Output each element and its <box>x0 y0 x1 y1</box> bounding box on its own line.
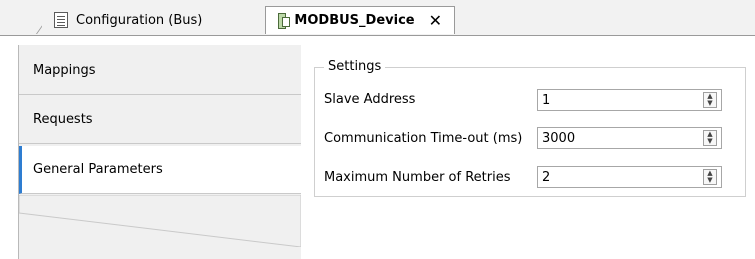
tab-label: MODBUS_Device <box>294 13 415 28</box>
tab-modbus-device[interactable]: MODBUS_Device ✕ <box>265 6 455 34</box>
tab-label: Configuration (Bus) <box>76 12 203 28</box>
spin-down-icon[interactable]: ▼ <box>704 177 716 184</box>
settings-group-title: Settings <box>324 59 386 74</box>
nav-decoration <box>19 195 301 247</box>
nav-item-mappings[interactable]: Mappings <box>19 47 301 95</box>
timeout-field[interactable]: 3000 ▲ ▼ <box>537 127 722 149</box>
parameters-nav: Mappings Requests General Parameters <box>18 45 301 259</box>
timeout-value: 3000 <box>542 130 576 146</box>
retries-label: Maximum Number of Retries <box>324 170 511 185</box>
document-icon <box>54 12 68 28</box>
nav-item-label: Requests <box>33 112 93 127</box>
tab-configuration-bus[interactable]: Configuration (Bus) <box>42 6 264 34</box>
timeout-spinner[interactable]: ▲ ▼ <box>703 130 717 146</box>
retries-value: 2 <box>542 169 551 185</box>
nav-item-requests[interactable]: Requests <box>19 96 301 144</box>
slave-address-value: 1 <box>542 92 551 108</box>
nav-item-label: Mappings <box>33 63 96 78</box>
spin-down-icon[interactable]: ▼ <box>704 100 716 107</box>
nav-item-label: General Parameters <box>33 162 163 177</box>
retries-field[interactable]: 2 ▲ ▼ <box>537 166 722 188</box>
retries-spinner[interactable]: ▲ ▼ <box>703 169 717 185</box>
nav-item-general-parameters[interactable]: General Parameters <box>19 146 301 194</box>
device-icon <box>278 12 291 29</box>
spin-down-icon[interactable]: ▼ <box>704 138 716 145</box>
slave-address-spinner[interactable]: ▲ ▼ <box>703 92 717 108</box>
slave-address-label: Slave Address <box>324 92 416 107</box>
slave-address-field[interactable]: 1 ▲ ▼ <box>537 89 722 111</box>
close-icon[interactable]: ✕ <box>429 12 442 29</box>
timeout-label: Communication Time-out (ms) <box>324 131 523 146</box>
tab-strip: Configuration (Bus) MODBUS_Device ✕ <box>0 0 755 36</box>
tab-underline <box>0 35 755 36</box>
